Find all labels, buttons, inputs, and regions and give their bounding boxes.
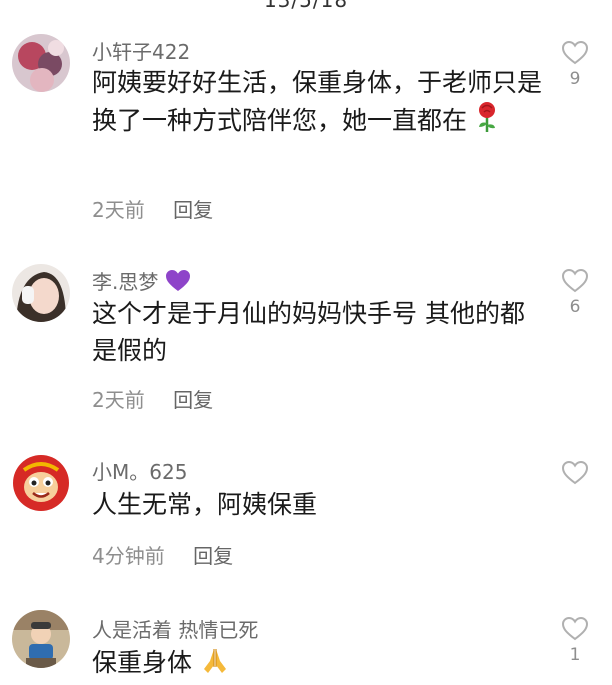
avatar[interactable] (12, 610, 70, 668)
like-button[interactable]: 6 (560, 268, 590, 317)
praying-hands-emoji (200, 647, 230, 685)
like-count: 9 (569, 69, 581, 89)
comment-text: 阿姨要好好生活，保重身体，于老师只是换了一种方式陪伴您，她一直都在 (92, 64, 542, 143)
reply-button[interactable]: 回复 (193, 544, 233, 568)
comment-item: 小M。625 人生无常，阿姨保重 4分钟前 回复 (0, 430, 612, 590)
like-count: 1 (569, 645, 581, 665)
like-count: 6 (569, 297, 581, 317)
heart-outline-icon[interactable] (560, 460, 590, 485)
comment-username[interactable]: 小M。625 (92, 456, 187, 485)
heart-outline-icon[interactable] (560, 268, 590, 293)
heart-outline-icon[interactable] (560, 40, 590, 65)
comment-username[interactable]: 小轩子422 (92, 36, 190, 65)
rose-emoji (475, 101, 499, 143)
comment-meta: 2天前 回复 (92, 384, 213, 413)
comment-text: 这个才是于月仙的妈妈快手号 其他的都是假的 (92, 295, 542, 369)
comment-text-content: 保重身体 (92, 648, 193, 677)
avatar[interactable] (12, 264, 70, 322)
comment-item: 小轩子422 阿姨要好好生活，保重身体，于老师只是换了一种方式陪伴您，她一直都在… (0, 0, 612, 240)
comment-text-content: 这个才是于月仙的妈妈快手号 其他的都是假的 (92, 299, 525, 365)
comment-username[interactable]: 人是活着 热情已死 (92, 614, 258, 643)
comment-item: 李.思梦 这个才是于月仙的妈妈快手号 其他的都是假的 2天前 回复 6 (0, 240, 612, 430)
avatar[interactable] (12, 34, 70, 92)
comment-text: 人生无常，阿姨保重 (92, 486, 542, 523)
reply-button[interactable]: 回复 (173, 198, 213, 222)
like-button[interactable] (560, 460, 590, 489)
reply-button[interactable]: 回复 (173, 388, 213, 412)
comment-time: 4分钟前 (92, 544, 165, 568)
purple-heart-emoji (165, 269, 191, 298)
avatar[interactable] (12, 454, 70, 512)
comment-username-text[interactable]: 李.思梦 (92, 270, 158, 294)
comment-time: 2天前 (92, 198, 145, 222)
comment-meta: 2天前 回复 (92, 194, 213, 223)
comment-text-content: 人生无常，阿姨保重 (92, 490, 318, 519)
comment-meta: 4分钟前 回复 (92, 540, 233, 569)
heart-outline-icon[interactable] (560, 616, 590, 641)
comment-item: 人是活着 热情已死 保重身体 1 (0, 590, 612, 681)
comment-text: 保重身体 (92, 644, 542, 685)
comment-time: 2天前 (92, 388, 145, 412)
comment-username[interactable]: 李.思梦 (92, 266, 191, 298)
like-button[interactable]: 1 (560, 616, 590, 665)
like-button[interactable]: 9 (560, 40, 590, 89)
